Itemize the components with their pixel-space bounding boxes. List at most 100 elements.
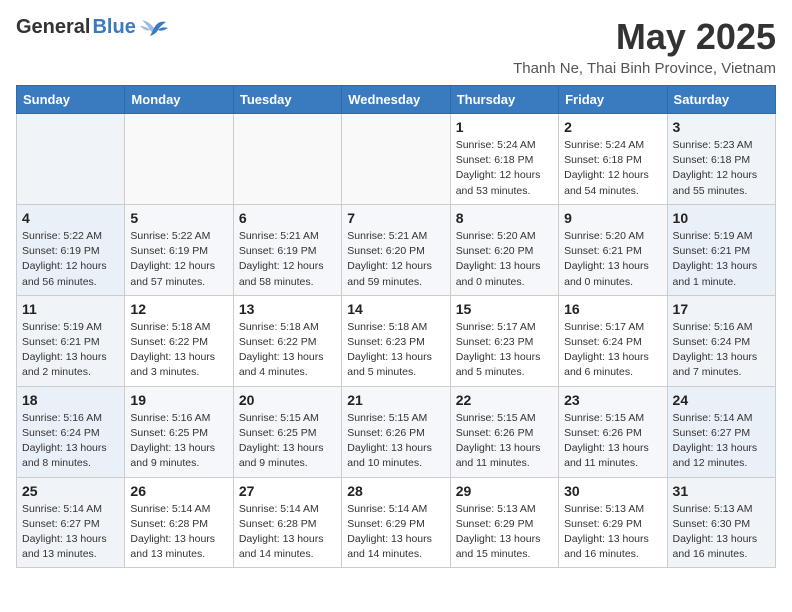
calendar-week-row: 18Sunrise: 5:16 AM Sunset: 6:24 PM Dayli… bbox=[17, 386, 776, 477]
calendar-week-row: 1 Sunrise: 5:24 AM Sunset: 6:18 PM Daylig… bbox=[17, 114, 776, 205]
calendar-day-8: 8Sunrise: 5:20 AM Sunset: 6:20 PM Daylig… bbox=[450, 204, 558, 295]
day-info: Sunrise: 5:16 AM Sunset: 6:24 PM Dayligh… bbox=[673, 320, 770, 381]
day-number: 15 bbox=[456, 301, 553, 317]
day-info: Sunrise: 5:22 AM Sunset: 6:19 PM Dayligh… bbox=[130, 229, 227, 290]
calendar-day-16: 16 Sunrise: 5:17 AM Sunset: 6:24 PM Dayli… bbox=[559, 295, 667, 386]
day-number: 1 bbox=[456, 119, 553, 135]
day-info: Sunrise: 5:19 AM Sunset: 6:21 PM Dayligh… bbox=[673, 229, 770, 290]
calendar-day-25: 25 Sunrise: 5:14 AM Sunset: 6:27 PM Dayli… bbox=[17, 477, 125, 568]
day-number: 20 bbox=[239, 392, 336, 408]
day-info: Sunrise: 5:14 AM Sunset: 6:29 PM Dayligh… bbox=[347, 502, 444, 563]
page-header: General Blue May 2025 Thanh Ne, Thai Bin… bbox=[16, 16, 776, 77]
day-info: Sunrise: 5:15 AM Sunset: 6:25 PM Dayligh… bbox=[239, 411, 336, 472]
calendar-day-7: 7 Sunrise: 5:21 AM Sunset: 6:20 PM Daylig… bbox=[342, 204, 450, 295]
day-info: Sunrise: 5:15 AM Sunset: 6:26 PM Dayligh… bbox=[347, 411, 444, 472]
calendar-day-15: 15 Sunrise: 5:17 AM Sunset: 6:23 PM Dayli… bbox=[450, 295, 558, 386]
calendar-day-5: 5 Sunrise: 5:22 AM Sunset: 6:19 PM Daylig… bbox=[125, 204, 233, 295]
calendar-day-3: 3 Sunrise: 5:23 AM Sunset: 6:18 PM Daylig… bbox=[667, 114, 775, 205]
calendar-day-11: 11 Sunrise: 5:19 AM Sunset: 6:21 PM Dayli… bbox=[17, 295, 125, 386]
calendar-day-20: 20 Sunrise: 5:15 AM Sunset: 6:25 PM Dayli… bbox=[233, 386, 341, 477]
day-header-tuesday: Tuesday bbox=[233, 86, 341, 114]
day-number: 7 bbox=[347, 210, 444, 226]
day-info: Sunrise: 5:19 AM Sunset: 6:21 PM Dayligh… bbox=[22, 320, 119, 381]
day-info: Sunrise: 5:20 AM Sunset: 6:20 PM Dayligh… bbox=[456, 229, 553, 290]
title-section: May 2025 Thanh Ne, Thai Binh Province, V… bbox=[513, 16, 776, 77]
calendar-week-row: 11 Sunrise: 5:19 AM Sunset: 6:21 PM Dayli… bbox=[17, 295, 776, 386]
logo-blue: Blue bbox=[92, 16, 135, 39]
calendar-day-4: 4Sunrise: 5:22 AM Sunset: 6:19 PM Daylig… bbox=[17, 204, 125, 295]
day-number: 5 bbox=[130, 210, 227, 226]
day-header-saturday: Saturday bbox=[667, 86, 775, 114]
calendar-day-12: 12 Sunrise: 5:18 AM Sunset: 6:22 PM Dayli… bbox=[125, 295, 233, 386]
day-number: 27 bbox=[239, 483, 336, 499]
calendar-table: SundayMondayTuesdayWednesdayThursdayFrid… bbox=[16, 85, 776, 568]
calendar-day-2: 2 Sunrise: 5:24 AM Sunset: 6:18 PM Daylig… bbox=[559, 114, 667, 205]
day-number: 28 bbox=[347, 483, 444, 499]
day-info: Sunrise: 5:21 AM Sunset: 6:20 PM Dayligh… bbox=[347, 229, 444, 290]
day-number: 14 bbox=[347, 301, 444, 317]
logo: General Blue bbox=[16, 16, 168, 39]
calendar-day-empty bbox=[233, 114, 341, 205]
day-info: Sunrise: 5:17 AM Sunset: 6:24 PM Dayligh… bbox=[564, 320, 661, 381]
day-info: Sunrise: 5:14 AM Sunset: 6:27 PM Dayligh… bbox=[673, 411, 770, 472]
day-number: 13 bbox=[239, 301, 336, 317]
day-info: Sunrise: 5:23 AM Sunset: 6:18 PM Dayligh… bbox=[673, 138, 770, 199]
day-info: Sunrise: 5:14 AM Sunset: 6:28 PM Dayligh… bbox=[239, 502, 336, 563]
calendar-day-14: 14 Sunrise: 5:18 AM Sunset: 6:23 PM Dayli… bbox=[342, 295, 450, 386]
day-number: 9 bbox=[564, 210, 661, 226]
day-number: 18 bbox=[22, 392, 119, 408]
calendar-day-27: 27 Sunrise: 5:14 AM Sunset: 6:28 PM Dayli… bbox=[233, 477, 341, 568]
day-number: 22 bbox=[456, 392, 553, 408]
calendar-day-24: 24Sunrise: 5:14 AM Sunset: 6:27 PM Dayli… bbox=[667, 386, 775, 477]
calendar-day-28: 28 Sunrise: 5:14 AM Sunset: 6:29 PM Dayli… bbox=[342, 477, 450, 568]
day-info: Sunrise: 5:18 AM Sunset: 6:23 PM Dayligh… bbox=[347, 320, 444, 381]
day-info: Sunrise: 5:15 AM Sunset: 6:26 PM Dayligh… bbox=[456, 411, 553, 472]
calendar-day-17: 17 Sunrise: 5:16 AM Sunset: 6:24 PM Dayli… bbox=[667, 295, 775, 386]
calendar-day-22: 22 Sunrise: 5:15 AM Sunset: 6:26 PM Dayli… bbox=[450, 386, 558, 477]
calendar-day-empty bbox=[342, 114, 450, 205]
calendar-week-row: 4Sunrise: 5:22 AM Sunset: 6:19 PM Daylig… bbox=[17, 204, 776, 295]
day-number: 12 bbox=[130, 301, 227, 317]
day-info: Sunrise: 5:17 AM Sunset: 6:23 PM Dayligh… bbox=[456, 320, 553, 381]
day-info: Sunrise: 5:13 AM Sunset: 6:29 PM Dayligh… bbox=[564, 502, 661, 563]
day-header-sunday: Sunday bbox=[17, 86, 125, 114]
logo-general: General bbox=[16, 16, 90, 39]
day-info: Sunrise: 5:16 AM Sunset: 6:25 PM Dayligh… bbox=[130, 411, 227, 472]
day-number: 2 bbox=[564, 119, 661, 135]
calendar-day-10: 10 Sunrise: 5:19 AM Sunset: 6:21 PM Dayli… bbox=[667, 204, 775, 295]
day-info: Sunrise: 5:18 AM Sunset: 6:22 PM Dayligh… bbox=[130, 320, 227, 381]
calendar-day-26: 26Sunrise: 5:14 AM Sunset: 6:28 PM Dayli… bbox=[125, 477, 233, 568]
day-header-monday: Monday bbox=[125, 86, 233, 114]
calendar-day-19: 19 Sunrise: 5:16 AM Sunset: 6:25 PM Dayli… bbox=[125, 386, 233, 477]
day-number: 11 bbox=[22, 301, 119, 317]
calendar-day-empty bbox=[17, 114, 125, 205]
calendar-day-1: 1 Sunrise: 5:24 AM Sunset: 6:18 PM Daylig… bbox=[450, 114, 558, 205]
calendar-day-13: 13 Sunrise: 5:18 AM Sunset: 6:22 PM Dayli… bbox=[233, 295, 341, 386]
day-number: 19 bbox=[130, 392, 227, 408]
day-number: 16 bbox=[564, 301, 661, 317]
day-header-wednesday: Wednesday bbox=[342, 86, 450, 114]
day-number: 25 bbox=[22, 483, 119, 499]
calendar-day-6: 6 Sunrise: 5:21 AM Sunset: 6:19 PM Daylig… bbox=[233, 204, 341, 295]
day-info: Sunrise: 5:13 AM Sunset: 6:29 PM Dayligh… bbox=[456, 502, 553, 563]
day-info: Sunrise: 5:24 AM Sunset: 6:18 PM Dayligh… bbox=[456, 138, 553, 199]
day-info: Sunrise: 5:22 AM Sunset: 6:19 PM Dayligh… bbox=[22, 229, 119, 290]
day-info: Sunrise: 5:24 AM Sunset: 6:18 PM Dayligh… bbox=[564, 138, 661, 199]
calendar-day-31: 31Sunrise: 5:13 AM Sunset: 6:30 PM Dayli… bbox=[667, 477, 775, 568]
month-title: May 2025 bbox=[513, 16, 776, 58]
day-number: 30 bbox=[564, 483, 661, 499]
calendar-day-23: 23Sunrise: 5:15 AM Sunset: 6:26 PM Dayli… bbox=[559, 386, 667, 477]
day-number: 10 bbox=[673, 210, 770, 226]
calendar-day-9: 9Sunrise: 5:20 AM Sunset: 6:21 PM Daylig… bbox=[559, 204, 667, 295]
day-number: 17 bbox=[673, 301, 770, 317]
day-info: Sunrise: 5:21 AM Sunset: 6:19 PM Dayligh… bbox=[239, 229, 336, 290]
day-number: 6 bbox=[239, 210, 336, 226]
calendar-day-empty bbox=[125, 114, 233, 205]
location: Thanh Ne, Thai Binh Province, Vietnam bbox=[513, 60, 776, 77]
day-info: Sunrise: 5:14 AM Sunset: 6:27 PM Dayligh… bbox=[22, 502, 119, 563]
day-header-thursday: Thursday bbox=[450, 86, 558, 114]
day-info: Sunrise: 5:18 AM Sunset: 6:22 PM Dayligh… bbox=[239, 320, 336, 381]
day-number: 26 bbox=[130, 483, 227, 499]
day-number: 21 bbox=[347, 392, 444, 408]
day-number: 3 bbox=[673, 119, 770, 135]
